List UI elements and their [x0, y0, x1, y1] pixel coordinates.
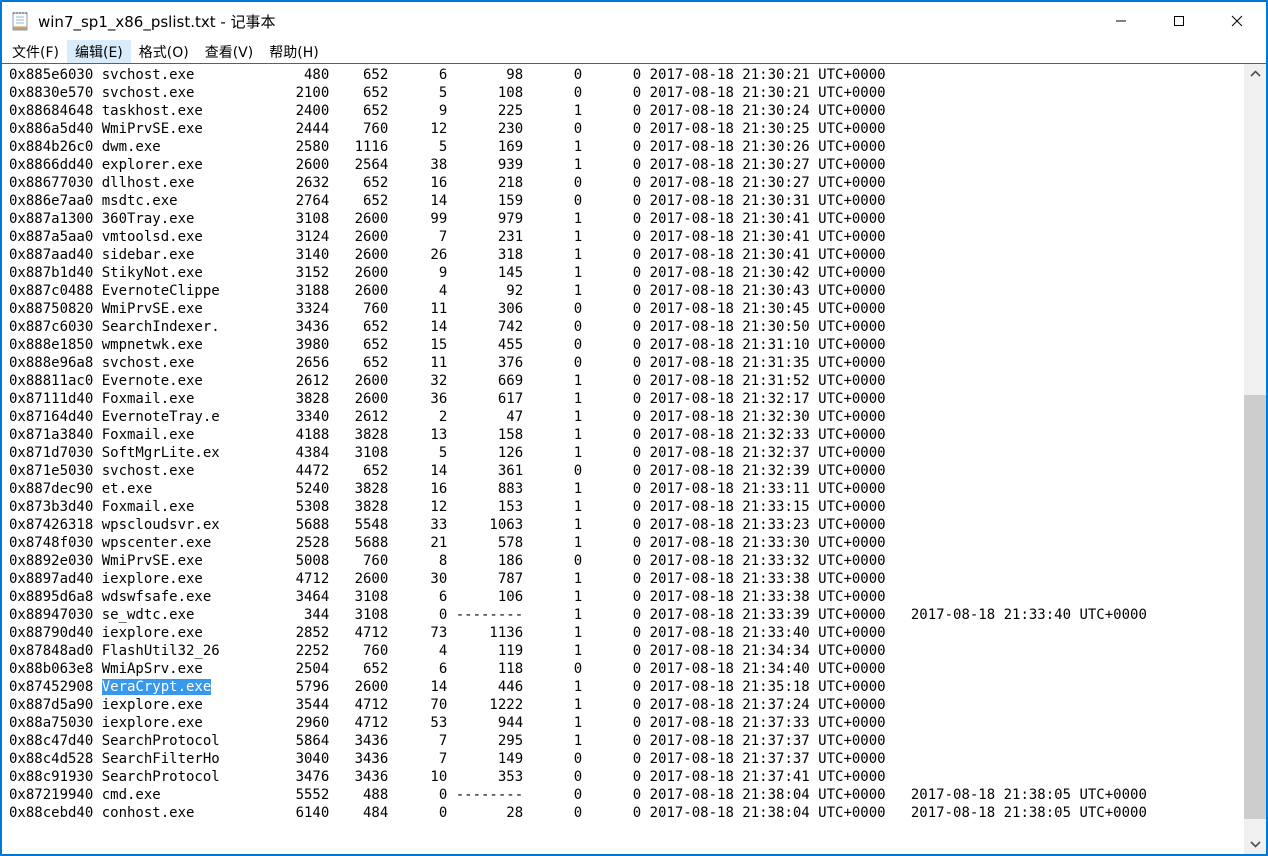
notepad-icon: [10, 10, 30, 32]
menu-item-help[interactable]: 帮助(H): [261, 40, 326, 63]
document-text: 0x885e6030 svchost.exe 480 652 6 98 0 0 …: [9, 66, 1244, 822]
minimize-button[interactable]: [1092, 2, 1150, 40]
maximize-icon: [1173, 15, 1185, 27]
vertical-scrollbar[interactable]: [1244, 64, 1266, 854]
selected-text: VeraCrypt.exe: [102, 679, 212, 695]
caption-buttons: [1092, 2, 1266, 40]
notepad-window: win7_sp1_x86_pslist.txt - 记事本 文件(F)编辑(E)…: [0, 0, 1268, 856]
menu-item-file[interactable]: 文件(F): [4, 40, 67, 63]
menu-item-edit[interactable]: 编辑(E): [67, 40, 131, 63]
menu-item-format[interactable]: 格式(O): [131, 40, 197, 63]
menu-bar: 文件(F)编辑(E)格式(O)查看(V)帮助(H): [2, 40, 1266, 63]
scroll-up-button[interactable]: [1244, 64, 1266, 83]
chevron-down-icon: [1250, 841, 1261, 848]
close-icon: [1231, 15, 1243, 27]
text-editor[interactable]: 0x885e6030 svchost.exe 480 652 6 98 0 0 …: [2, 64, 1244, 854]
close-button[interactable]: [1208, 2, 1266, 40]
edit-area: 0x885e6030 svchost.exe 480 652 6 98 0 0 …: [2, 63, 1266, 854]
scrollbar-thumb[interactable]: [1244, 395, 1266, 819]
scroll-down-button[interactable]: [1244, 835, 1266, 854]
menu-item-view[interactable]: 查看(V): [197, 40, 262, 63]
chevron-up-icon: [1250, 70, 1261, 77]
window-title: win7_sp1_x86_pslist.txt - 记事本: [38, 11, 276, 32]
title-bar: win7_sp1_x86_pslist.txt - 记事本: [2, 2, 1266, 40]
minimize-icon: [1115, 15, 1127, 27]
maximize-button[interactable]: [1150, 2, 1208, 40]
